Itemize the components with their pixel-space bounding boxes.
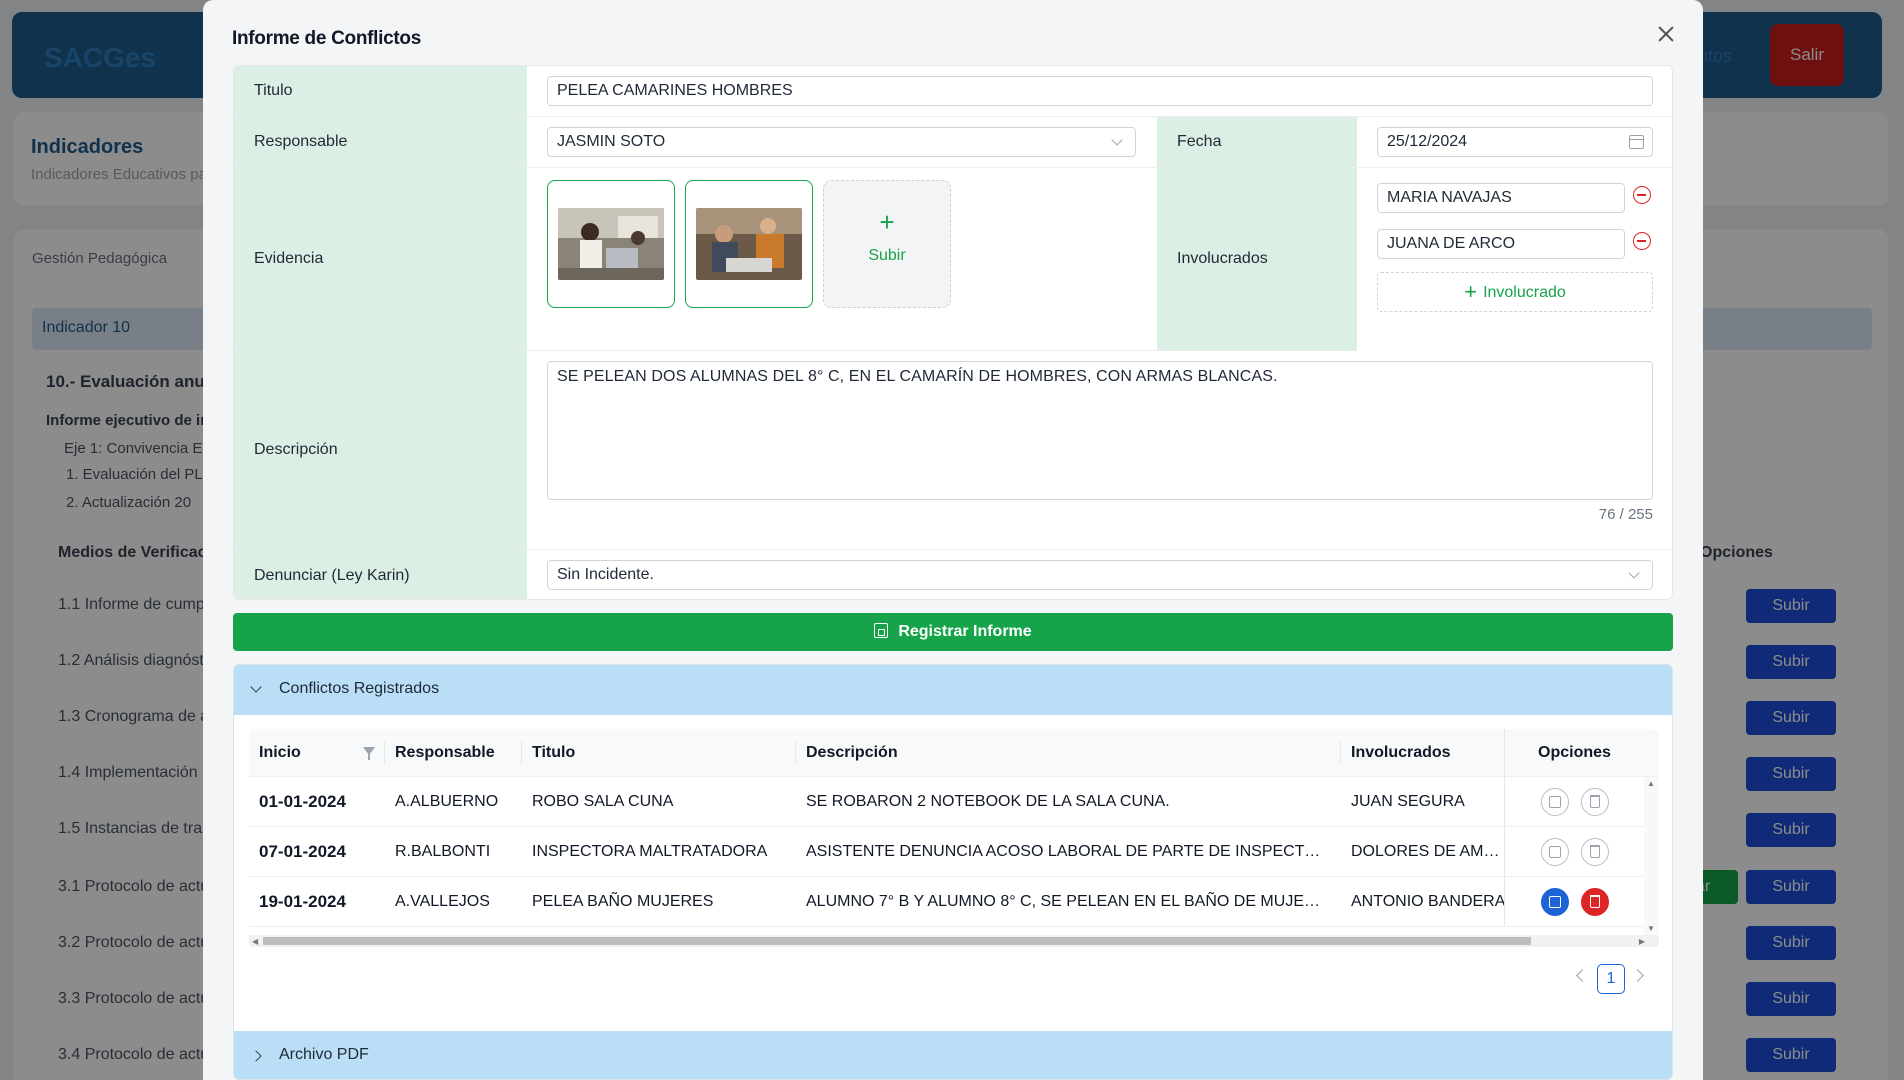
chevron-right-icon xyxy=(250,1050,262,1062)
denunciar-value: Sin Incidente. xyxy=(557,566,654,583)
save-icon xyxy=(874,623,889,638)
char-counter: 76 / 255 xyxy=(1598,506,1653,523)
cell-inicio: 07-01-2024 xyxy=(249,827,385,877)
cell-descripcion: ALUMNO 7° B Y ALUMNO 8° C, SE PELEAN EN … xyxy=(796,877,1341,927)
column-label: Titulo xyxy=(532,744,576,761)
cell-inicio: 01-01-2024 xyxy=(249,777,385,827)
cell-opciones xyxy=(1504,777,1644,827)
conflicts-table: Inicio Responsable Titulo Descripción In… xyxy=(249,729,1659,949)
cell-involucrados: JUAN SEGURA xyxy=(1341,777,1504,827)
pdf-panel-title: Archivo PDF xyxy=(279,1046,369,1063)
cell-responsable: R.BALBONTI xyxy=(385,827,522,877)
delete-icon[interactable] xyxy=(1581,888,1609,916)
previous-page-icon[interactable] xyxy=(1576,969,1589,982)
remove-icon[interactable] xyxy=(1633,232,1651,250)
evidence-thumbnail[interactable] xyxy=(547,180,675,308)
plus-icon: + xyxy=(879,207,895,237)
involucrado-input[interactable]: JUANA DE ARCO xyxy=(1377,229,1625,259)
vertical-scrollbar[interactable]: ▲ ▼ xyxy=(1644,777,1658,935)
add-involucrado-button[interactable]: + Involucrado xyxy=(1377,272,1653,312)
approve-icon[interactable] xyxy=(1541,888,1569,916)
chevron-down-icon xyxy=(1111,134,1123,146)
close-icon[interactable] xyxy=(1654,22,1678,46)
denunciar-select[interactable]: Sin Incidente. xyxy=(547,560,1653,590)
upload-button[interactable]: + Subir xyxy=(823,180,951,308)
fecha-value: 25/12/2024 xyxy=(1387,133,1468,150)
column-label: Descripción xyxy=(806,744,898,761)
next-page-icon[interactable] xyxy=(1631,969,1644,982)
conflicts-panel: Conflictos Registrados Inicio Responsabl… xyxy=(233,664,1673,1080)
cell-involucrados: ANTONIO BANDERAS xyxy=(1341,877,1504,927)
pdf-panel-header[interactable]: Archivo PDF xyxy=(234,1031,1672,1079)
column-header-involucrados[interactable]: Involucrados xyxy=(1341,729,1504,777)
column-header-descripcion[interactable]: Descripción xyxy=(796,729,1341,777)
approve-icon[interactable] xyxy=(1541,838,1569,866)
remove-icon[interactable] xyxy=(1633,186,1651,204)
descripcion-textarea[interactable]: SE PELEAN DOS ALUMNAS DEL 8° C, EN EL CA… xyxy=(547,361,1653,500)
register-button[interactable]: Registrar Informe xyxy=(233,613,1673,651)
cell-responsable: A.ALBUERNO xyxy=(385,777,522,827)
conflicts-panel-header[interactable]: Conflictos Registrados xyxy=(234,665,1672,715)
column-label: Involucrados xyxy=(1351,744,1451,761)
evidence-image xyxy=(558,208,664,280)
column-header-titulo[interactable]: Titulo xyxy=(522,729,796,777)
current-page[interactable]: 1 xyxy=(1597,964,1625,994)
denunciar-label: Denunciar (Ley Karin) xyxy=(234,550,527,599)
column-label: Opciones xyxy=(1538,744,1611,761)
chevron-down-icon xyxy=(1628,567,1640,579)
evidence-thumbnail[interactable] xyxy=(685,180,813,308)
delete-icon[interactable] xyxy=(1581,838,1609,866)
descripcion-label: Descripción xyxy=(234,351,527,550)
register-label: Registrar Informe xyxy=(898,623,1032,640)
titulo-input[interactable]: PELEA CAMARINES HOMBRES xyxy=(547,76,1653,106)
column-header-inicio[interactable]: Inicio xyxy=(249,729,385,777)
responsable-select[interactable]: JASMIN SOTO xyxy=(547,127,1136,157)
modal-title: Informe de Conflictos xyxy=(232,28,421,49)
calendar-icon[interactable] xyxy=(1629,135,1644,149)
column-header-opciones: Opciones xyxy=(1504,729,1644,777)
approve-icon[interactable] xyxy=(1541,788,1569,816)
involucrados-label: Involucrados xyxy=(1157,168,1357,351)
responsable-label: Responsable xyxy=(234,117,527,168)
cell-titulo: PELEA BAÑO MUJERES xyxy=(522,877,796,927)
chevron-down-icon xyxy=(250,681,262,693)
add-involucrado-label: Involucrado xyxy=(1483,284,1566,301)
cell-descripcion: SE ROBARON 2 NOTEBOOK DE LA SALA CUNA. xyxy=(796,777,1341,827)
column-label: Inicio xyxy=(259,744,301,761)
column-label: Responsable xyxy=(395,744,495,761)
involucrado-input[interactable]: MARIA NAVAJAS xyxy=(1377,183,1625,213)
conflict-report-modal: Informe de Conflictos Titulo PELEA CAMAR… xyxy=(203,0,1703,1080)
conflicts-panel-title: Conflictos Registrados xyxy=(279,680,440,697)
cell-titulo: INSPECTORA MALTRATADORA xyxy=(522,827,796,877)
cell-inicio: 19-01-2024 xyxy=(249,877,385,927)
fecha-label: Fecha xyxy=(1157,117,1357,168)
cell-opciones xyxy=(1504,827,1644,877)
filter-icon[interactable] xyxy=(363,747,375,760)
evidence-image xyxy=(696,208,802,280)
fecha-input[interactable]: 25/12/2024 xyxy=(1377,127,1653,157)
cell-responsable: A.VALLEJOS xyxy=(385,877,522,927)
cell-titulo: ROBO SALA CUNA xyxy=(522,777,796,827)
cell-opciones xyxy=(1504,877,1644,927)
plus-icon: + xyxy=(1464,279,1478,304)
cell-descripcion: ASISTENTE DENUNCIA ACOSO LABORAL DE PART… xyxy=(796,827,1341,877)
column-header-responsable[interactable]: Responsable xyxy=(385,729,522,777)
horizontal-scrollbar[interactable]: ◀ ▶ xyxy=(249,935,1659,947)
titulo-label: Titulo xyxy=(234,66,527,117)
upload-label: Subir xyxy=(868,247,906,264)
report-form: Titulo PELEA CAMARINES HOMBRES Responsab… xyxy=(233,65,1673,600)
delete-icon[interactable] xyxy=(1581,788,1609,816)
evidencia-label: Evidencia xyxy=(234,168,527,351)
cell-involucrados: DOLORES DE AMOR xyxy=(1341,827,1504,877)
responsable-value: JASMIN SOTO xyxy=(557,133,666,150)
